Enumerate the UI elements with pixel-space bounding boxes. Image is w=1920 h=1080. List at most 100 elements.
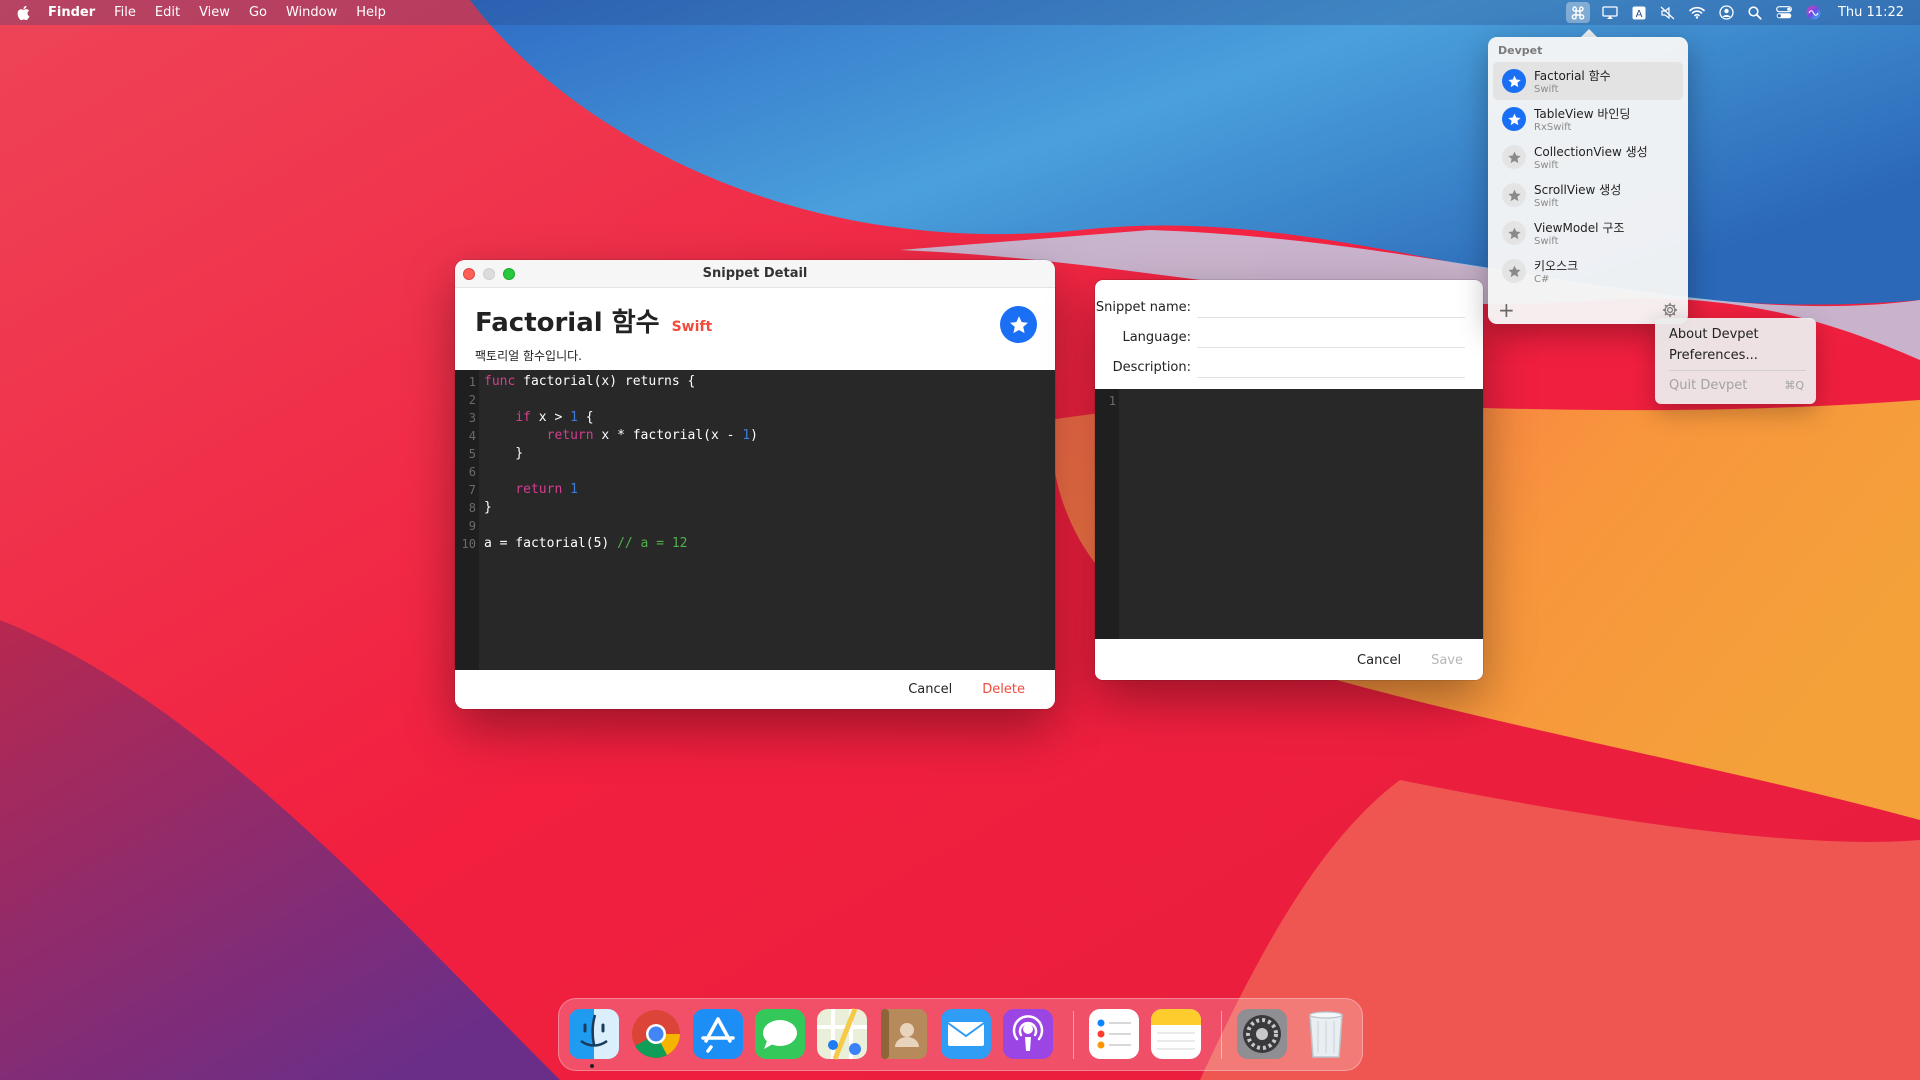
line-number: 2 [468,393,476,407]
snippet-list-language: Swift [1534,236,1559,247]
menu-go[interactable]: Go [249,5,267,20]
favorite-star-icon[interactable] [1502,221,1526,245]
snippet-detail-window: Snippet Detail Factorial 함수 Swift 팩토리얼 함… [455,260,1055,709]
minimize-window-button[interactable] [483,268,495,280]
menu-clock[interactable]: Thu 11:22 [1838,5,1904,20]
code-line[interactable]: if x > 1 { [484,409,758,427]
input-source-icon[interactable]: A [1631,4,1648,21]
close-window-button[interactable] [463,268,475,280]
quit-devpet-menu-item[interactable]: Quit Devpet ⌘Q [1655,375,1816,396]
code-text[interactable]: func factorial(x) returns { if x > 1 { r… [479,370,758,670]
snippet-list-item[interactable]: 키오스크 C# [1493,252,1683,290]
code-line[interactable]: return x * factorial(x - 1) [484,427,758,445]
favorite-star-icon[interactable] [1502,259,1526,283]
favorite-star-icon[interactable] [1502,69,1526,93]
spotlight-search-icon[interactable] [1747,4,1764,21]
snippet-name-field[interactable] [1197,296,1465,318]
snippet-name-label: Snippet name: [1095,299,1191,315]
dock [558,998,1363,1071]
menu-help[interactable]: Help [356,5,386,20]
menu-window[interactable]: Window [286,5,337,20]
code-line[interactable] [484,463,758,481]
line-number: 7 [468,483,476,497]
maps-icon[interactable] [815,1007,869,1061]
title-bar[interactable]: Snippet Detail [455,260,1055,288]
dock-separator [1073,1011,1074,1059]
menu-file[interactable]: File [114,5,136,20]
add-snippet-button[interactable]: + [1498,298,1515,322]
mail-icon[interactable] [939,1007,993,1061]
contacts-icon[interactable] [877,1007,931,1061]
user-icon[interactable] [1718,4,1735,21]
delete-button[interactable]: Delete [982,682,1025,697]
snippet-list-item[interactable]: TableView 바인딩 RxSwift [1493,100,1683,138]
snippet-list-name: ScrollView 생성 [1534,183,1622,197]
about-devpet-menu-item[interactable]: About Devpet [1655,324,1816,345]
code-line[interactable]: a = factorial(5) // a = 12 [484,535,758,553]
messages-icon[interactable] [753,1007,807,1061]
svg-text:A: A [1636,9,1643,20]
new-code-editor[interactable]: 1 [1095,389,1483,639]
system-preferences-icon[interactable] [1235,1007,1289,1061]
snippet-form: Snippet name: Language: Description: [1095,280,1483,390]
code-line[interactable] [484,517,758,535]
snippet-list-language: Swift [1534,84,1559,95]
cancel-button[interactable]: Cancel [908,682,952,697]
cancel-button[interactable]: Cancel [1357,653,1401,668]
mute-icon[interactable] [1660,4,1677,21]
siri-icon[interactable] [1805,4,1822,21]
menu-bar: Finder File Edit View Go Window Help A T… [0,0,1920,25]
code-editor[interactable]: 1 2 3 4 5 6 7 8 9 10 func factorial(x) r… [455,370,1055,670]
snippet-list-item[interactable]: Factorial 함수 Swift [1493,62,1683,100]
dock-separator [1221,1011,1222,1059]
chrome-icon[interactable] [629,1007,683,1061]
language-field[interactable] [1197,326,1465,348]
code-line[interactable] [484,391,758,409]
description-label: Description: [1112,359,1191,375]
menu-view[interactable]: View [199,5,230,20]
code-line[interactable]: func factorial(x) returns { [484,373,758,391]
menu-edit[interactable]: Edit [155,5,180,20]
finder-running-indicator [590,1064,594,1068]
control-center-icon[interactable] [1776,4,1793,21]
zoom-window-button[interactable] [503,268,515,280]
finder-icon[interactable] [567,1007,621,1061]
save-button[interactable]: Save [1431,653,1463,668]
favorite-star-icon[interactable] [1502,183,1526,207]
preferences-menu-item[interactable]: Preferences... [1655,345,1816,366]
trash-icon[interactable] [1299,1007,1353,1061]
code-line[interactable]: } [484,445,758,463]
app-store-icon[interactable] [691,1007,745,1061]
favorite-star-icon[interactable] [1502,107,1526,131]
snippet-list-item[interactable]: ScrollView 생성 Swift [1493,176,1683,214]
star-icon [1507,189,1521,201]
line-number: 1 [468,375,476,389]
wifi-icon[interactable] [1689,4,1706,21]
star-icon [1009,315,1028,333]
favorite-toggle-button[interactable] [1000,306,1037,343]
menu-app-name[interactable]: Finder [48,5,95,20]
menu-separator [1669,370,1806,371]
snippet-list-name: ViewModel 구조 [1534,221,1625,235]
airplay-icon[interactable] [1602,4,1619,21]
snippet-list-item[interactable]: ViewModel 구조 Swift [1493,214,1683,252]
code-line[interactable]: } [484,499,758,517]
star-icon [1507,227,1521,239]
snippet-description: 팩토리얼 함수입니다. [475,349,582,363]
snippet-list-item[interactable]: CollectionView 생성 Swift [1493,138,1683,176]
reminders-icon[interactable] [1087,1007,1141,1061]
devpet-command-icon[interactable] [1565,2,1590,23]
gear-icon[interactable] [1662,302,1678,318]
snippet-name: Factorial 함수 [475,308,660,338]
description-field[interactable] [1197,356,1465,378]
favorite-star-icon[interactable] [1502,145,1526,169]
new-snippet-window: Snippet name: Language: Description: 1 C… [1095,280,1483,680]
snippet-header: Factorial 함수 Swift 팩토리얼 함수입니다. [455,288,1055,370]
code-line[interactable]: return 1 [484,481,758,499]
star-icon [1507,265,1521,277]
snippet-list: Factorial 함수 Swift TableView 바인딩 RxSwift Col… [1488,62,1688,290]
apple-menu-icon[interactable] [16,5,30,21]
notes-icon[interactable] [1149,1007,1203,1061]
podcasts-icon[interactable] [1001,1007,1055,1061]
star-icon [1507,113,1521,125]
